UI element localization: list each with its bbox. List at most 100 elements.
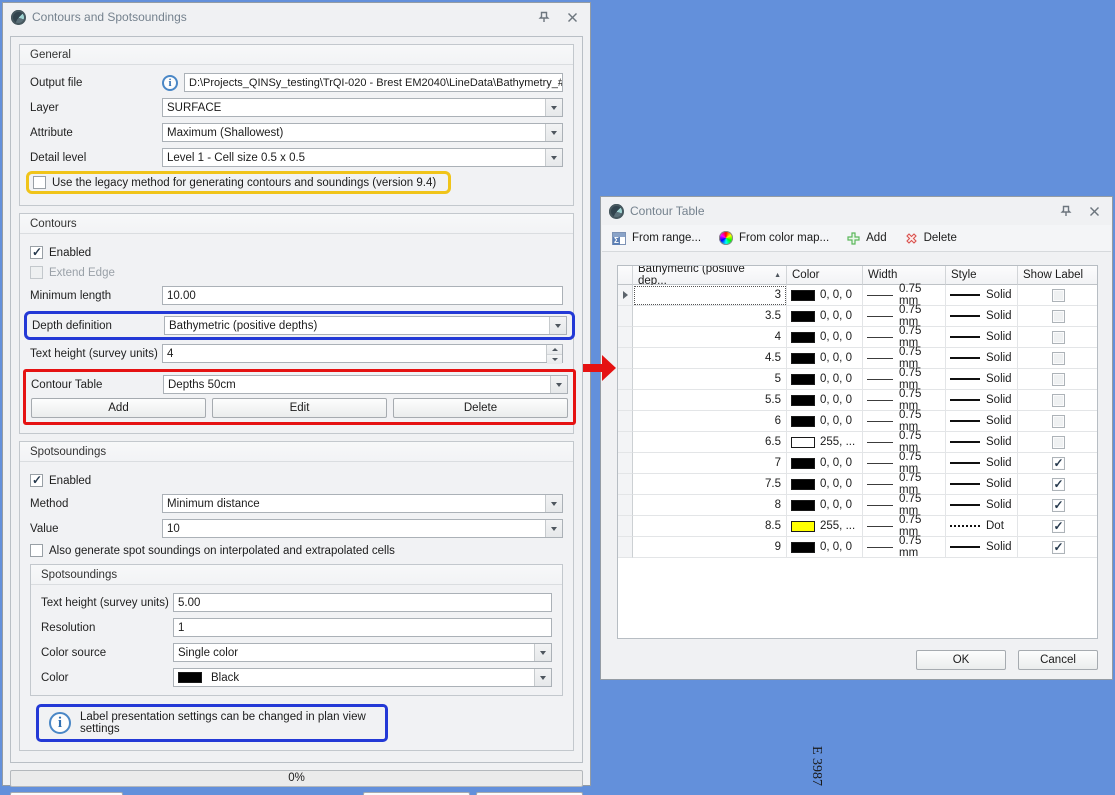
attribute-combobox[interactable]: Maximum (Shallowest) — [162, 123, 563, 142]
table-row[interactable]: 5.5 0, 0, 0 0.75 mm Solid — [618, 388, 1097, 412]
row-depth-value[interactable]: 5.5 — [633, 390, 787, 411]
delete-contour-table-button[interactable]: Delete — [393, 398, 568, 418]
header-bathymetric[interactable]: Bathymetric (positive dep... ▲ — [633, 266, 787, 287]
row-depth-value[interactable]: 3 — [633, 285, 787, 306]
add-row-button[interactable]: Add — [847, 231, 887, 245]
row-width-cell[interactable]: 0.75 mm — [863, 283, 946, 307]
row-style-cell[interactable]: Solid — [946, 306, 1018, 327]
row-depth-value[interactable]: 5 — [633, 369, 787, 390]
legacy-method-checkbox[interactable] — [33, 176, 46, 189]
show-label-checkbox[interactable] — [1051, 393, 1065, 407]
detail-level-combobox[interactable]: Level 1 - Cell size 0.5 x 0.5 — [162, 148, 563, 167]
row-color-cell[interactable]: 0, 0, 0 — [787, 306, 863, 327]
row-style-cell[interactable]: Solid — [946, 474, 1018, 495]
row-style-cell[interactable]: Solid — [946, 390, 1018, 411]
contour-table-grid[interactable]: Bathymetric (positive dep... ▲ Color Wid… — [617, 265, 1098, 639]
row-width-cell[interactable]: 0.75 mm — [863, 472, 946, 496]
value-combobox[interactable]: 10 — [162, 519, 563, 538]
chevron-down-icon[interactable] — [534, 669, 551, 686]
minimum-length-input[interactable]: 10.00 — [162, 286, 563, 305]
close-button[interactable] — [1084, 202, 1104, 220]
row-width-cell[interactable]: 0.75 mm — [863, 367, 946, 391]
table-row[interactable]: 8 0, 0, 0 0.75 mm Solid — [618, 493, 1097, 517]
row-style-cell[interactable]: Solid — [946, 537, 1018, 558]
chevron-down-icon[interactable] — [545, 99, 562, 116]
table-row[interactable]: 7 0, 0, 0 0.75 mm Solid — [618, 451, 1097, 475]
row-color-cell[interactable]: 0, 0, 0 — [787, 390, 863, 411]
row-depth-value[interactable]: 3.5 — [633, 306, 787, 327]
show-label-checkbox[interactable] — [1051, 351, 1065, 365]
row-width-cell[interactable]: 0.75 mm — [863, 304, 946, 328]
row-style-cell[interactable]: Dot — [946, 516, 1018, 537]
show-label-checkbox[interactable] — [1051, 288, 1065, 302]
show-label-checkbox[interactable] — [1051, 372, 1065, 386]
row-depth-value[interactable]: 9 — [633, 537, 787, 558]
output-file-input[interactable]: D:\Projects_QINSy_testing\TrQI-020 - Bre… — [184, 73, 563, 92]
row-color-cell[interactable]: 0, 0, 0 — [787, 348, 863, 369]
ok-button[interactable]: OK — [916, 650, 1006, 670]
chevron-down-icon[interactable] — [545, 520, 562, 537]
chevron-down-icon[interactable] — [550, 376, 567, 393]
row-style-cell[interactable]: Solid — [946, 411, 1018, 432]
table-row[interactable]: 4.5 0, 0, 0 0.75 mm Solid — [618, 346, 1097, 370]
show-label-checkbox[interactable] — [1051, 456, 1065, 470]
spin-up-icon[interactable] — [547, 345, 562, 355]
depth-definition-combobox[interactable]: Bathymetric (positive depths) — [164, 316, 567, 335]
row-style-cell[interactable]: Solid — [946, 432, 1018, 453]
cancel-button[interactable]: Cancel — [1018, 650, 1098, 670]
table-row[interactable]: 9 0, 0, 0 0.75 mm Solid — [618, 535, 1097, 559]
row-color-cell[interactable]: 0, 0, 0 — [787, 327, 863, 348]
from-color-map-button[interactable]: From color map... — [719, 231, 829, 245]
edit-contour-table-button[interactable]: Edit — [212, 398, 387, 418]
table-row[interactable]: 5 0, 0, 0 0.75 mm Solid — [618, 367, 1097, 391]
row-color-cell[interactable]: 255, ... — [787, 516, 863, 537]
row-width-cell[interactable]: 0.75 mm — [863, 514, 946, 538]
row-depth-value[interactable]: 7.5 — [633, 474, 787, 495]
spotsoundings-enabled-checkbox[interactable] — [30, 473, 43, 487]
row-color-cell[interactable]: 0, 0, 0 — [787, 411, 863, 432]
show-label-checkbox[interactable] — [1051, 414, 1065, 428]
show-label-checkbox[interactable] — [1051, 498, 1065, 512]
layer-combobox[interactable]: SURFACE — [162, 98, 563, 117]
color-source-combobox[interactable]: Single color — [173, 643, 552, 662]
row-color-cell[interactable]: 0, 0, 0 — [787, 285, 863, 306]
show-label-checkbox[interactable] — [1051, 477, 1065, 491]
show-label-checkbox[interactable] — [1051, 435, 1065, 449]
row-depth-value[interactable]: 8.5 — [633, 516, 787, 537]
show-label-checkbox[interactable] — [1051, 330, 1065, 344]
row-color-cell[interactable]: 0, 0, 0 — [787, 474, 863, 495]
header-style[interactable]: Style — [946, 266, 1018, 285]
row-color-cell[interactable]: 0, 0, 0 — [787, 453, 863, 474]
color-combobox[interactable]: Black — [173, 668, 552, 687]
row-width-cell[interactable]: 0.75 mm — [863, 535, 946, 559]
method-combobox[interactable]: Minimum distance — [162, 494, 563, 513]
row-width-cell[interactable]: 0.75 mm — [863, 325, 946, 349]
resolution-input[interactable]: 1 — [173, 618, 552, 637]
row-depth-value[interactable]: 6 — [633, 411, 787, 432]
row-style-cell[interactable]: Solid — [946, 453, 1018, 474]
show-label-checkbox[interactable] — [1051, 519, 1065, 533]
row-width-cell[interactable]: 0.75 mm — [863, 388, 946, 412]
row-style-cell[interactable]: Solid — [946, 327, 1018, 348]
row-color-cell[interactable]: 0, 0, 0 — [787, 369, 863, 390]
row-depth-value[interactable]: 6.5 — [633, 432, 787, 453]
row-style-cell[interactable]: Solid — [946, 285, 1018, 306]
delete-row-button[interactable]: Delete — [905, 232, 957, 245]
row-width-cell[interactable]: 0.75 mm — [863, 346, 946, 370]
pin-button[interactable] — [534, 8, 554, 26]
row-color-cell[interactable]: 0, 0, 0 — [787, 537, 863, 558]
header-color[interactable]: Color — [787, 266, 863, 285]
table-row[interactable]: 3 0, 0, 0 0.75 mm Solid — [618, 283, 1097, 307]
row-color-cell[interactable]: 0, 0, 0 — [787, 495, 863, 516]
table-row[interactable]: 4 0, 0, 0 0.75 mm Solid — [618, 325, 1097, 349]
contour-table-combobox[interactable]: Depths 50cm — [163, 375, 568, 394]
chevron-down-icon[interactable] — [549, 317, 566, 334]
close-button[interactable] — [562, 8, 582, 26]
table-row[interactable]: 7.5 0, 0, 0 0.75 mm Solid — [618, 472, 1097, 496]
spin-down-icon[interactable] — [547, 355, 562, 364]
also-generate-checkbox[interactable] — [30, 544, 43, 557]
row-depth-value[interactable]: 7 — [633, 453, 787, 474]
contours-enabled-checkbox[interactable] — [30, 245, 43, 259]
ss-text-height-input[interactable]: 5.00 — [173, 593, 552, 612]
text-height-stepper[interactable]: 4 — [162, 344, 563, 364]
